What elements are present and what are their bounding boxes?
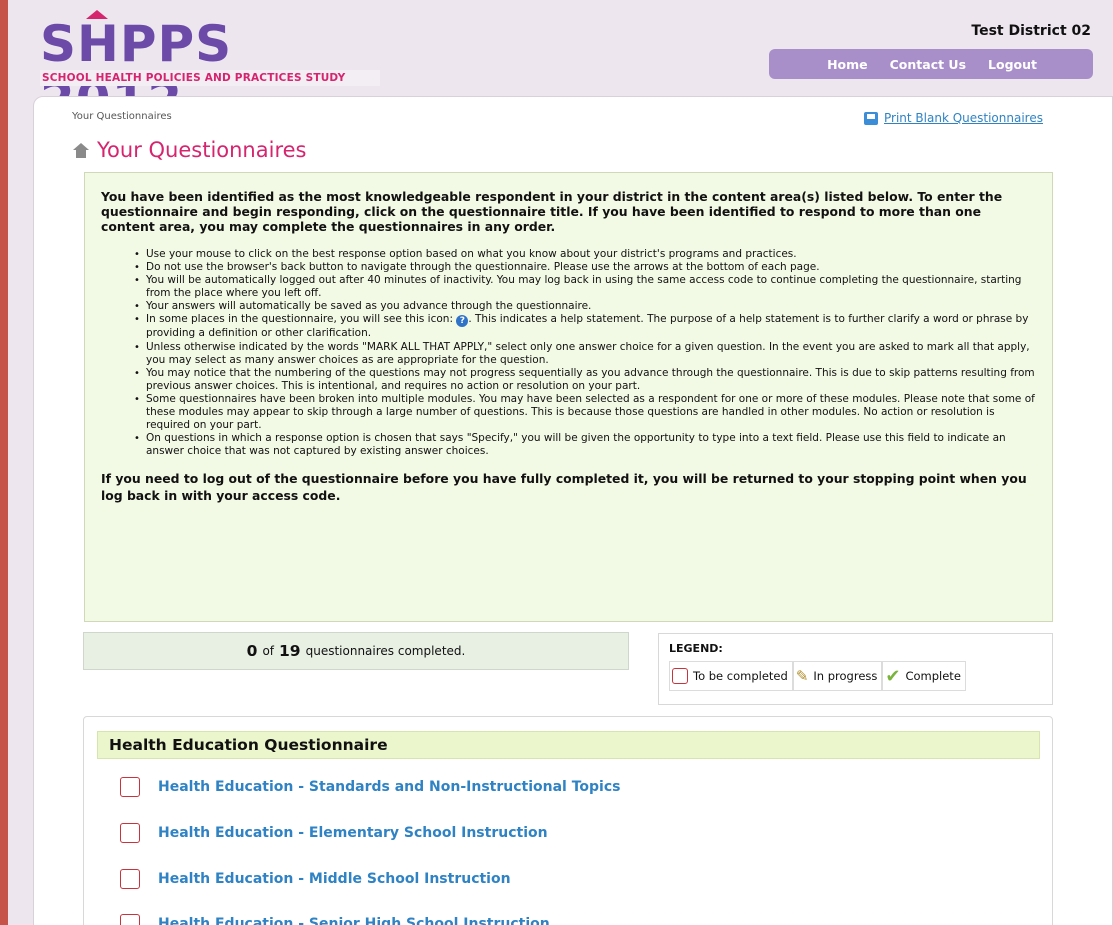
to-be-completed-icon	[120, 777, 140, 797]
list-item: In some places in the questionnaire, you…	[134, 313, 1036, 340]
list-item: You will be automatically logged out aft…	[134, 274, 1036, 300]
instructions-list: Use your mouse to click on the best resp…	[101, 248, 1036, 458]
questionnaire-link[interactable]: Health Education - Middle School Instruc…	[158, 871, 511, 887]
questionnaire-item: Health Education - Middle School Instruc…	[120, 869, 511, 889]
questionnaire-link[interactable]: Health Education - Senior High School In…	[158, 916, 550, 925]
completion-status: 0 of 19 questionnaires completed.	[83, 632, 629, 670]
legend-label: In progress	[813, 669, 878, 683]
shpps-logo[interactable]: SHPPS 2012 SCHOOL HEALTH POLICIES AND PR…	[40, 10, 385, 128]
page-title-text: Your Questionnaires	[97, 138, 307, 162]
print-blank-questionnaires-link[interactable]: Print Blank Questionnaires	[864, 111, 1043, 125]
questionnaire-link[interactable]: Health Education - Standards and Non-Ins…	[158, 779, 620, 795]
to-be-completed-icon	[120, 914, 140, 925]
help-text-part1: In some places in the questionnaire, you…	[146, 313, 453, 326]
nav-contact-link[interactable]: Contact Us	[890, 57, 966, 72]
progress-of: of	[262, 644, 275, 658]
checkmark-icon: ✔	[885, 665, 901, 687]
total-count: 19	[279, 642, 301, 660]
list-item: You may notice that the numbering of the…	[134, 367, 1036, 393]
questionnaire-link[interactable]: Health Education - Elementary School Ins…	[158, 825, 548, 841]
questionnaire-item: Health Education - Standards and Non-Ins…	[120, 777, 620, 797]
legend-label: Complete	[905, 669, 961, 683]
legend-label: To be completed	[693, 669, 788, 683]
pencil-icon: ✎	[795, 667, 809, 685]
legend-in-progress: ✎ In progress	[792, 661, 883, 691]
instructions-intro: You have been identified as the most kno…	[101, 189, 1003, 234]
home-icon	[73, 142, 89, 158]
print-link-label: Print Blank Questionnaires	[884, 111, 1043, 125]
section-title: Health Education Questionnaire	[97, 731, 1040, 759]
list-item: On questions in which a response option …	[134, 432, 1036, 458]
legend: LEGEND: To be completed ✎ In progress ✔ …	[658, 633, 1053, 705]
questionnaire-item: Health Education - Elementary School Ins…	[120, 823, 548, 843]
questionnaire-item: Health Education - Senior High School In…	[120, 914, 550, 925]
completed-count: 0	[246, 642, 258, 660]
window-left-edge	[0, 0, 8, 925]
breadcrumb: Your Questionnaires	[72, 111, 172, 122]
legend-to-be-completed: To be completed	[669, 661, 793, 691]
help-icon: ?	[456, 315, 469, 328]
instructions-outro: If you need to log out of the questionna…	[101, 471, 1027, 504]
legend-title: LEGEND:	[669, 642, 723, 655]
legend-items: To be completed ✎ In progress ✔ Complete	[669, 661, 1042, 691]
printer-icon	[864, 111, 878, 125]
page-title: Your Questionnaires	[73, 138, 306, 162]
logo-subtitle: SCHOOL HEALTH POLICIES AND PRACTICES STU…	[40, 70, 380, 86]
nav-logout-link[interactable]: Logout	[988, 57, 1037, 72]
to-be-completed-icon	[120, 823, 140, 843]
top-nav: Home Contact Us Logout	[769, 49, 1093, 79]
progress-suffix: questionnaires completed.	[305, 644, 466, 658]
list-item: Your answers will automatically be saved…	[134, 300, 1036, 313]
list-item: Unless otherwise indicated by the words …	[134, 341, 1036, 367]
list-item: Use your mouse to click on the best resp…	[134, 248, 1036, 261]
legend-complete: ✔ Complete	[882, 661, 966, 691]
to-be-completed-icon	[120, 869, 140, 889]
empty-checkbox-icon	[672, 668, 688, 684]
district-name: Test District 02	[971, 23, 1091, 39]
health-education-section: Health Education Questionnaire Health Ed…	[83, 716, 1053, 925]
nav-home-link[interactable]: Home	[827, 57, 868, 72]
list-item: Some questionnaires have been broken int…	[134, 393, 1036, 432]
list-item: Do not use the browser's back button to …	[134, 261, 1036, 274]
instructions-box: You have been identified as the most kno…	[84, 172, 1053, 622]
